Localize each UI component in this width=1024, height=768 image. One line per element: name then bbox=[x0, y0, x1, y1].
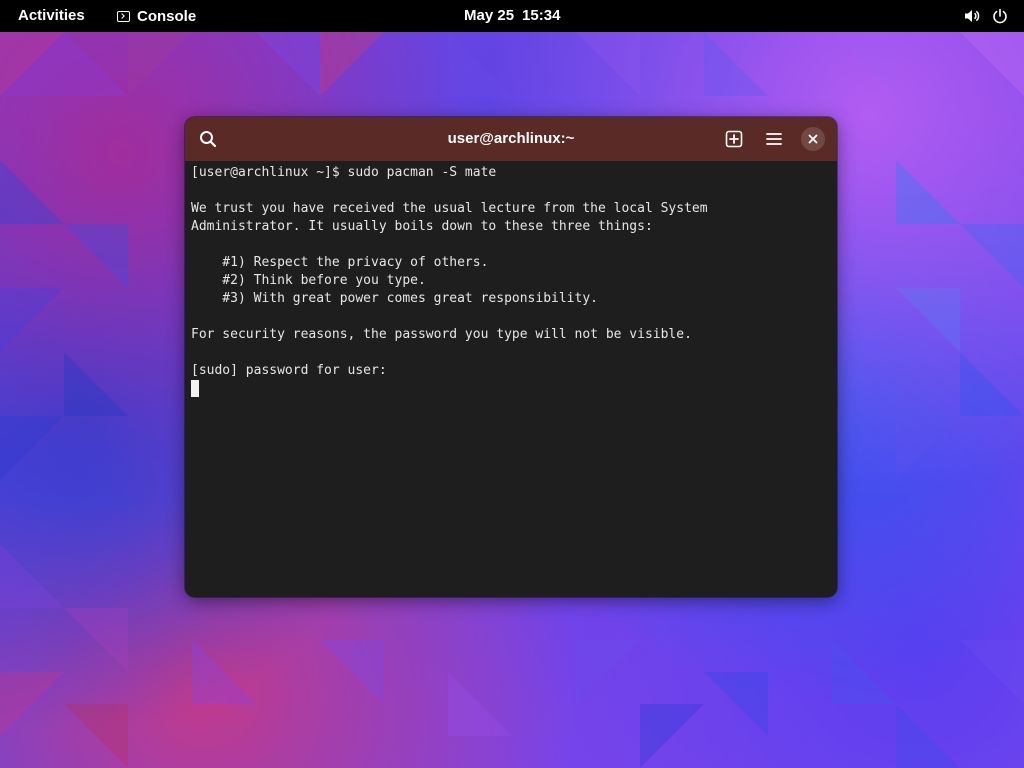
terminal-output[interactable]: [user@archlinux ~]$ sudo pacman -S mate … bbox=[185, 161, 837, 597]
terminal-window[interactable]: user@archlinux:~ [user@archlinux ~]$ sud… bbox=[185, 117, 837, 597]
terminal-lines: [user@archlinux ~]$ sudo pacman -S mate … bbox=[191, 164, 708, 398]
main-menu-button[interactable] bbox=[760, 125, 788, 153]
app-name-label: Console bbox=[137, 7, 197, 25]
window-headerbar[interactable]: user@archlinux:~ bbox=[185, 117, 837, 161]
volume-icon[interactable] bbox=[964, 8, 980, 24]
date-label: May 25 bbox=[464, 7, 515, 24]
search-button[interactable] bbox=[194, 125, 222, 153]
terminal-line: We trust you have received the usual lec… bbox=[191, 201, 708, 216]
system-tray[interactable] bbox=[964, 0, 1008, 32]
terminal-line: #3) With great power comes great respons… bbox=[191, 291, 598, 306]
close-icon bbox=[808, 134, 818, 144]
new-tab-icon bbox=[725, 130, 743, 148]
search-icon bbox=[200, 131, 217, 148]
top-bar: Activities Console May 25 15:34 bbox=[0, 0, 1024, 32]
terminal-icon bbox=[117, 10, 130, 22]
close-button[interactable] bbox=[801, 127, 825, 151]
activities-button[interactable]: Activities bbox=[18, 0, 85, 32]
menu-icon bbox=[766, 133, 782, 145]
terminal-cursor bbox=[191, 380, 199, 397]
terminal-line: #2) Think before you type. bbox=[191, 273, 426, 288]
new-tab-button[interactable] bbox=[720, 125, 748, 153]
terminal-line: Administrator. It usually boils down to … bbox=[191, 219, 653, 234]
clock-button[interactable]: May 25 15:34 bbox=[464, 0, 560, 32]
power-icon[interactable] bbox=[992, 8, 1008, 24]
app-menu-button[interactable]: Console bbox=[117, 0, 196, 32]
terminal-line: #1) Respect the privacy of others. bbox=[191, 255, 489, 270]
terminal-line: [sudo] password for user: bbox=[191, 363, 387, 378]
terminal-line: [user@archlinux ~]$ sudo pacman -S mate bbox=[191, 165, 497, 180]
terminal-cursor-line bbox=[191, 380, 708, 398]
terminal-line: For security reasons, the password you t… bbox=[191, 327, 692, 342]
time-label: 15:34 bbox=[522, 7, 561, 24]
